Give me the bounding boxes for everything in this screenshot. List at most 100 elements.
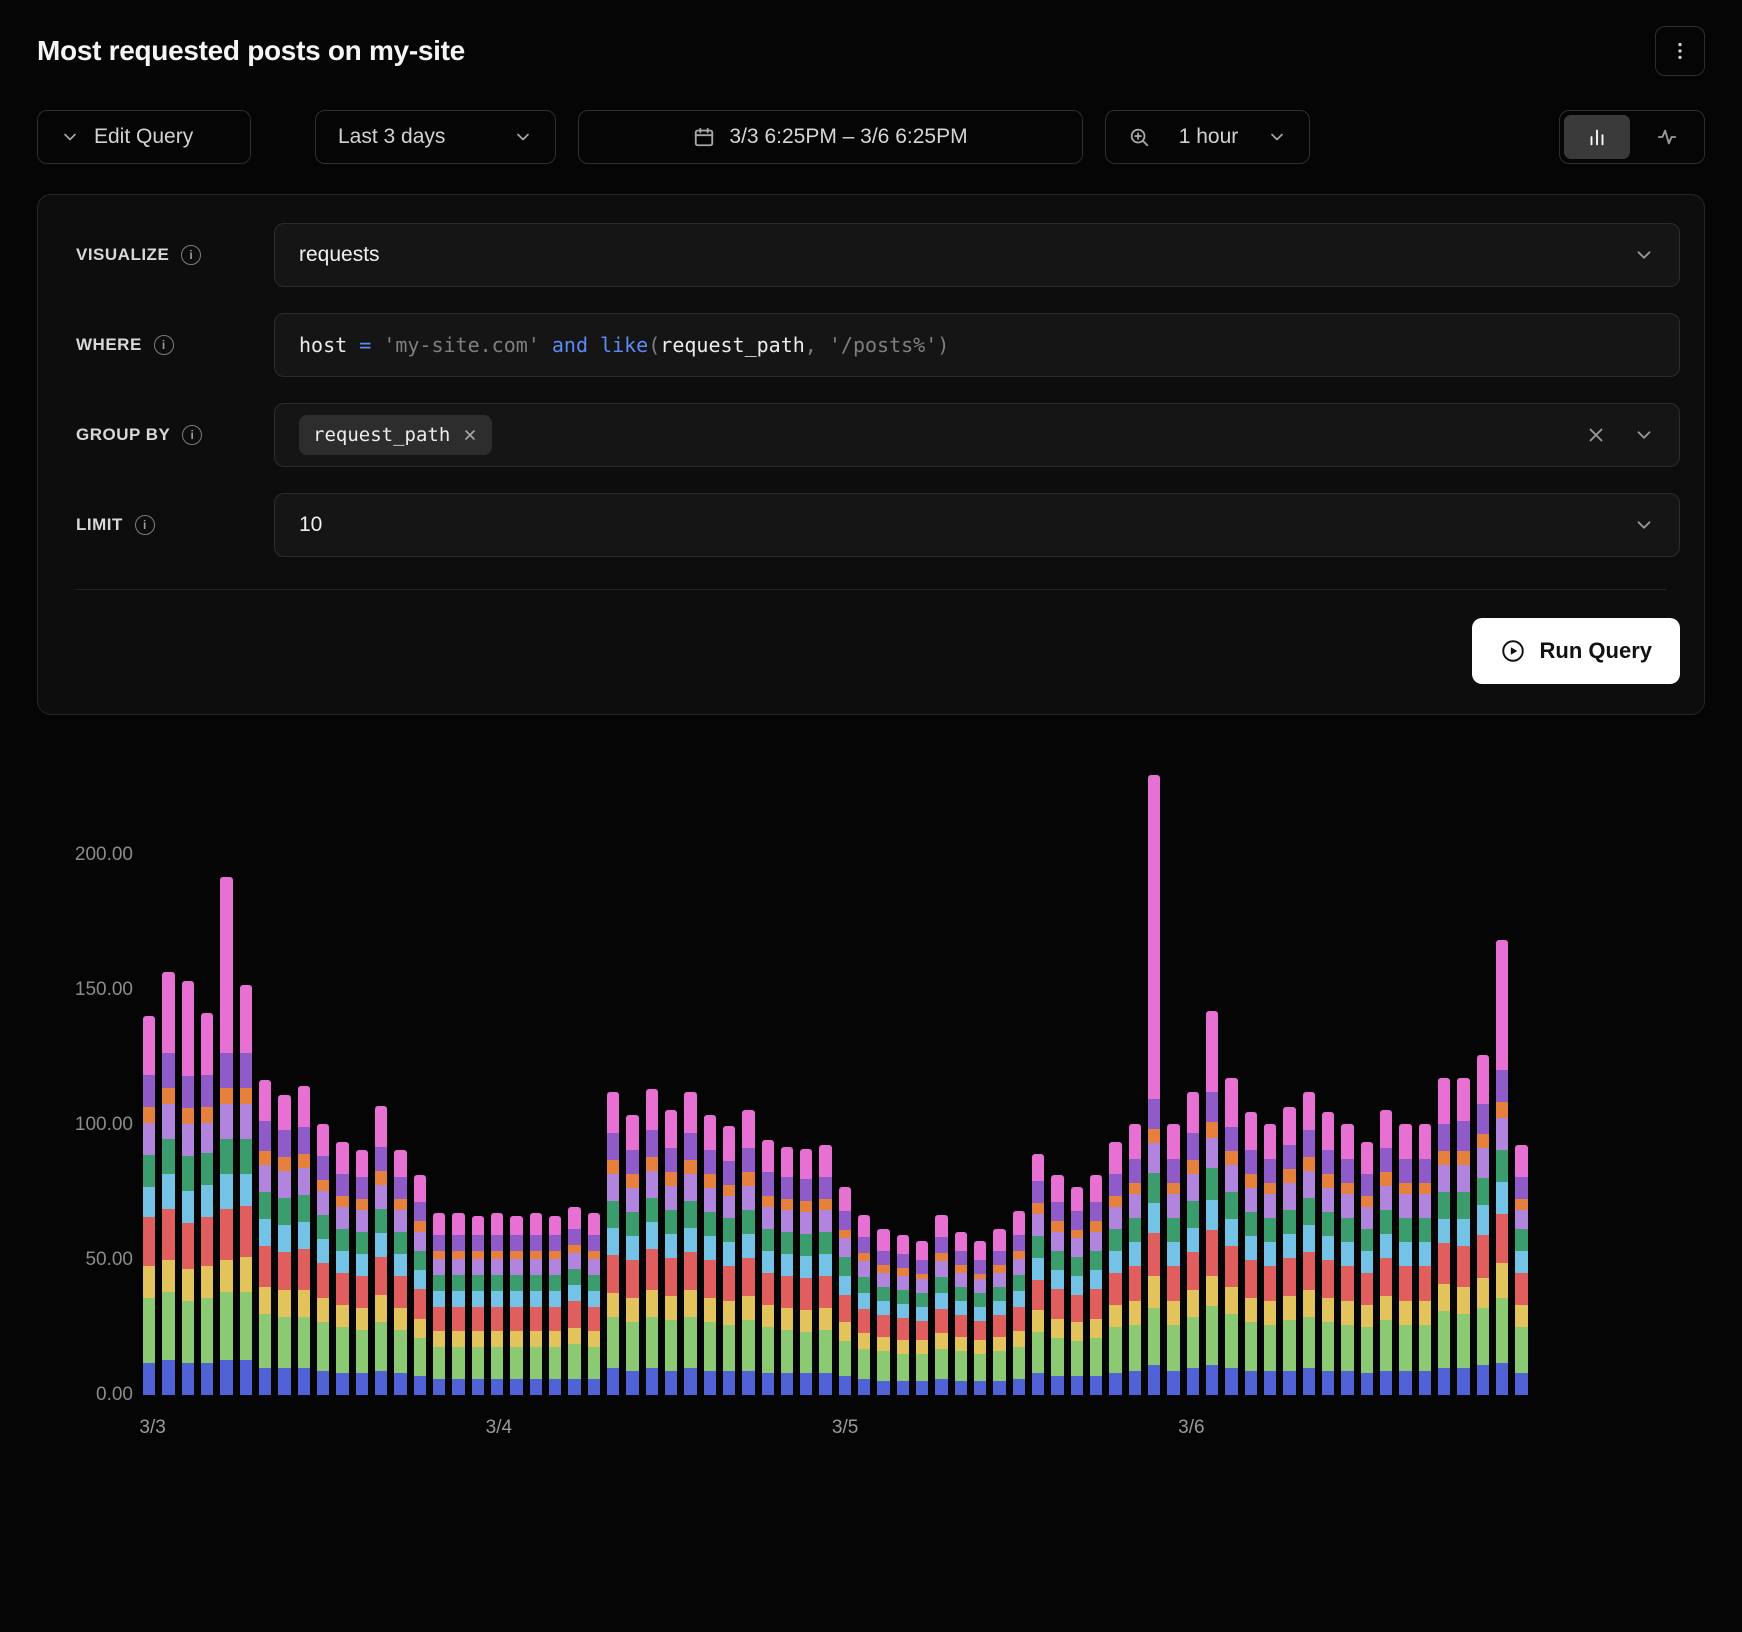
edit-query-button[interactable]: Edit Query [37,110,251,164]
bar[interactable] [1071,1187,1083,1395]
bar[interactable] [897,1235,909,1395]
bar[interactable] [993,1229,1005,1395]
where-input[interactable]: host = 'my-site.com' and like(request_pa… [274,313,1680,377]
limit-select[interactable]: 10 [274,493,1680,557]
bar[interactable] [781,1147,793,1395]
bar[interactable] [1438,1078,1450,1395]
bar[interactable] [1167,1124,1179,1395]
line-chart-toggle[interactable] [1634,115,1700,159]
bar[interactable] [1109,1142,1121,1395]
bar-segment [1496,1118,1508,1150]
bar[interactable] [723,1126,735,1395]
bar[interactable] [1515,1145,1527,1395]
date-range-button[interactable]: 3/3 6:25PM – 3/6 6:25PM [578,110,1083,164]
limit-info-icon[interactable]: i [135,515,155,535]
bar[interactable] [220,877,232,1395]
bar-segment [1206,1276,1218,1306]
visualize-info-icon[interactable]: i [181,245,201,265]
bar[interactable] [1245,1112,1257,1395]
bar[interactable] [935,1215,947,1395]
bar-segment [143,1298,155,1363]
group-by-info-icon[interactable]: i [182,425,202,445]
bar[interactable] [1380,1110,1392,1395]
bar[interactable] [530,1213,542,1395]
bar[interactable] [1264,1124,1276,1395]
bar[interactable] [240,985,252,1395]
bar-segment [800,1256,812,1278]
time-range-select[interactable]: Last 3 days [315,110,556,164]
bar[interactable] [1399,1124,1411,1395]
bar[interactable] [259,1080,271,1395]
bar[interactable] [472,1216,484,1395]
bar[interactable] [549,1216,561,1395]
bar[interactable] [588,1213,600,1395]
bar-segment [1245,1298,1257,1322]
bar[interactable] [1187,1092,1199,1395]
bar[interactable] [1090,1175,1102,1395]
bar[interactable] [1496,940,1508,1395]
bar-segment [317,1371,329,1395]
chevron-down-icon[interactable] [1633,424,1655,446]
bar[interactable] [916,1241,928,1395]
bar[interactable] [1341,1124,1353,1395]
visualize-select[interactable]: requests [274,223,1680,287]
bar[interactable] [1148,775,1160,1395]
bar[interactable] [510,1216,522,1395]
bar[interactable] [1361,1142,1373,1395]
bar[interactable] [491,1213,503,1395]
bar[interactable] [1303,1092,1315,1395]
bar-chart-toggle[interactable] [1564,115,1630,159]
more-menu-button[interactable] [1655,26,1705,76]
bar[interactable] [1051,1175,1063,1395]
bar[interactable] [317,1124,329,1395]
bar[interactable] [1032,1154,1044,1395]
group-by-select[interactable]: request_path [274,403,1680,467]
bar[interactable] [1013,1211,1025,1395]
bar[interactable] [762,1140,774,1395]
bar[interactable] [665,1110,677,1395]
bar[interactable] [1477,1055,1489,1395]
bar[interactable] [162,972,174,1395]
bar[interactable] [568,1207,580,1395]
bar[interactable] [375,1106,387,1395]
bar[interactable] [278,1095,290,1395]
bar[interactable] [394,1150,406,1395]
bar[interactable] [626,1115,638,1395]
bar[interactable] [1419,1124,1431,1395]
bar[interactable] [1283,1107,1295,1395]
bar[interactable] [974,1241,986,1395]
bar-segment [993,1337,1005,1351]
group-by-chip[interactable]: request_path [299,415,492,455]
bar[interactable] [704,1115,716,1395]
clear-icon[interactable] [1585,424,1607,446]
bar[interactable] [433,1213,445,1395]
bar-segment [472,1216,484,1235]
chip-close-icon[interactable] [462,427,478,443]
bar[interactable] [182,981,194,1395]
bar[interactable] [1206,1011,1218,1395]
bar[interactable] [819,1145,831,1395]
bar[interactable] [646,1089,658,1395]
where-info-icon[interactable]: i [154,335,174,355]
bar[interactable] [336,1142,348,1395]
interval-select[interactable]: 1 hour [1105,110,1310,164]
bar[interactable] [143,1016,155,1395]
bar[interactable] [201,1013,213,1395]
bar[interactable] [877,1229,889,1395]
bar[interactable] [800,1149,812,1395]
bar[interactable] [1129,1124,1141,1395]
bar[interactable] [684,1092,696,1395]
bar[interactable] [742,1110,754,1395]
bar[interactable] [298,1086,310,1395]
bar[interactable] [1225,1078,1237,1395]
bar[interactable] [607,1092,619,1395]
bar[interactable] [452,1213,464,1395]
bar[interactable] [955,1232,967,1395]
bar[interactable] [839,1187,851,1395]
bar[interactable] [1322,1112,1334,1395]
run-query-button[interactable]: Run Query [1472,618,1680,684]
bar[interactable] [1457,1078,1469,1395]
bar[interactable] [858,1215,870,1395]
bar[interactable] [414,1175,426,1395]
bar[interactable] [356,1150,368,1395]
